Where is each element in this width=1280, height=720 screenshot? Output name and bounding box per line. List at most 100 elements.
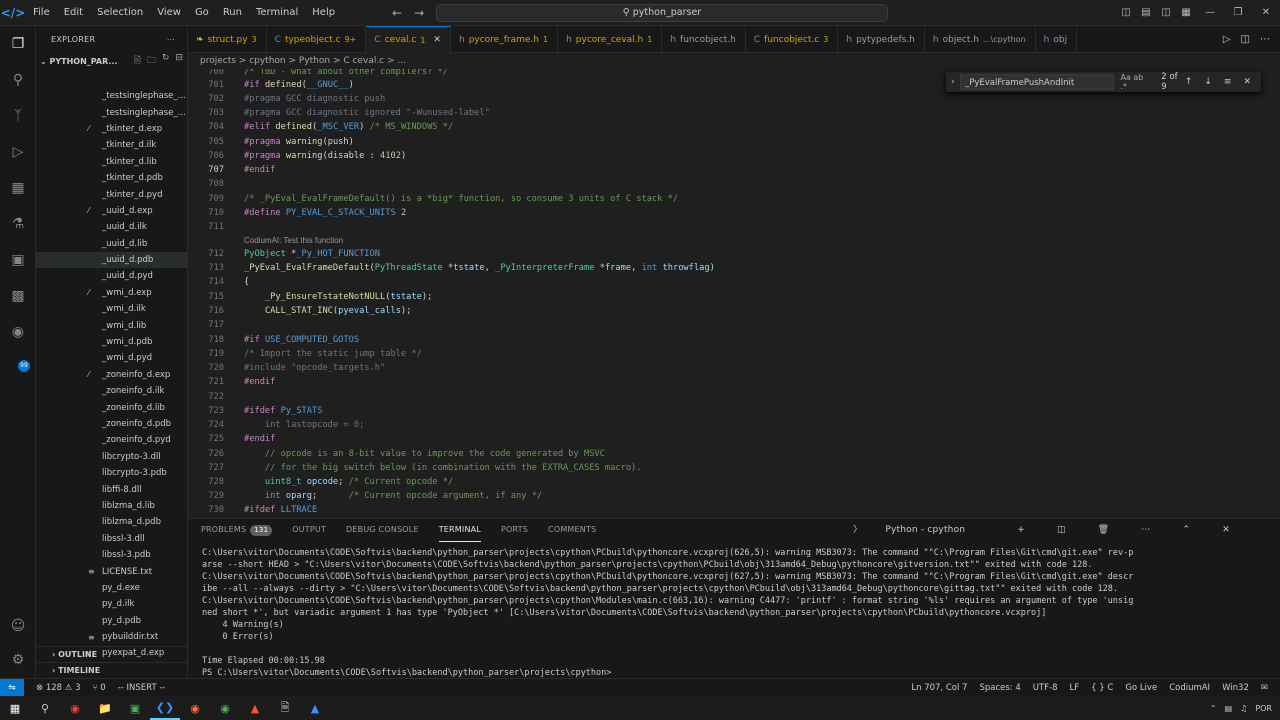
tab-funcobject-c[interactable]: Cfuncobject.c 3 — [746, 26, 839, 53]
find-in-selection-icon[interactable]: ≡ — [1224, 77, 1232, 87]
find-options[interactable]: Aa ab .* — [1120, 73, 1151, 91]
code-editor[interactable]: 700/* TBD - what about other compilers? … — [188, 69, 1280, 517]
file-item[interactable]: _wmi_d.lib — [36, 317, 187, 333]
customize-layout-icon[interactable]: ▦ — [1176, 0, 1196, 26]
breadcrumb[interactable]: projects > cpython > Python > C ceval.c … — [188, 53, 1280, 69]
close-window-icon[interactable]: ✕ — [1252, 0, 1280, 26]
file-item[interactable]: _tkinter_d.ilk — [36, 137, 187, 153]
search-icon[interactable]: ⚲ — [6, 68, 30, 92]
back-arrow-icon[interactable]: ← — [392, 0, 402, 26]
terminal-selector[interactable]: 〉 Python - cpython — [853, 519, 985, 541]
toggle-panel-icon[interactable]: ▤ — [1136, 0, 1156, 26]
docker-icon[interactable]: ▩ — [6, 284, 30, 308]
file-item[interactable]: py_d.pdb — [36, 613, 187, 629]
network-icon[interactable]: ▤ — [1225, 704, 1233, 713]
indentation[interactable]: Spaces: 4 — [979, 683, 1020, 693]
vscode-app-icon[interactable]: ❮❯ — [150, 696, 180, 720]
remote-indicator-icon[interactable]: ⇋ — [0, 678, 24, 697]
terminal-output[interactable]: C:\Users\vitor\Documents\CODE\Softvis\ba… — [202, 547, 1272, 679]
language-mode[interactable]: { } C — [1091, 683, 1113, 693]
file-explorer-icon[interactable]: 📁 — [90, 696, 120, 720]
tab-comments[interactable]: COMMENTS — [548, 519, 596, 541]
file-item[interactable]: _zoneinfo_d.pdb — [36, 416, 187, 432]
maximize-panel-icon[interactable]: ⌃ — [1183, 519, 1191, 541]
menu-selection[interactable]: Selection — [90, 0, 150, 26]
new-file-icon[interactable]: 🗎 — [134, 53, 141, 69]
file-item[interactable]: _wmi_d.pyd — [36, 350, 187, 366]
file-item[interactable]: _uuid_d.pyd — [36, 268, 187, 284]
account-icon[interactable]: ☺ — [6, 614, 30, 638]
tab-object-h[interactable]: h object.h ...\cpython — [925, 26, 1036, 53]
tab-ports[interactable]: PORTS — [501, 519, 528, 541]
line-ending[interactable]: LF — [1070, 683, 1080, 693]
tab-struct-py[interactable]: ❧ struct.py 3 — [188, 26, 267, 53]
menu-go[interactable]: Go — [188, 0, 216, 26]
file-item[interactable]: libcrypto-3.pdb — [36, 465, 187, 481]
split-editor-icon[interactable]: ◫ — [1241, 34, 1250, 45]
menu-file[interactable]: File — [26, 0, 57, 26]
outline-section[interactable]: › OUTLINE — [36, 646, 187, 662]
file-item[interactable]: _tkinter_d.pdb — [36, 170, 187, 186]
tray-chevron-icon[interactable]: ⌃ — [1210, 704, 1217, 713]
brave-icon[interactable]: ▲ — [240, 696, 270, 720]
more-actions-icon[interactable]: ⋯ — [1260, 34, 1270, 45]
file-item[interactable]: libssl-3.dll — [36, 531, 187, 547]
file-item[interactable]: ≡ pybuilddir.txt — [36, 629, 187, 645]
close-panel-icon[interactable]: ✕ — [1222, 519, 1230, 541]
notepad-icon[interactable]: 🗎 — [270, 696, 300, 720]
file-item[interactable]: _uuid_d.pdb — [36, 251, 187, 269]
tab-typeobject-c[interactable]: Ctypeobject.c 9+ — [267, 26, 367, 53]
problems-status[interactable]: ⊗ 128 ⚠ 3 — [36, 683, 80, 693]
file-item[interactable]: ≡ LICENSE.txt — [36, 563, 187, 579]
go-live-button[interactable]: Go Live — [1125, 683, 1157, 693]
platform[interactable]: Win32 — [1222, 683, 1249, 693]
refresh-icon[interactable]: ↻ — [162, 53, 170, 69]
file-item[interactable]: _tkinter_d.lib — [36, 154, 187, 170]
tab-output[interactable]: OUTPUT — [292, 519, 326, 541]
kill-terminal-icon[interactable]: 🗑 — [1098, 519, 1110, 541]
tab-ceval-c[interactable]: Cceval.c 1 ✕ — [366, 26, 451, 53]
menu-run[interactable]: Run — [216, 0, 249, 26]
file-item[interactable]: py_d.exe — [36, 580, 187, 596]
tab-problems[interactable]: PROBLEMS — [201, 519, 246, 541]
volume-icon[interactable]: ♫ — [1240, 704, 1247, 713]
file-item[interactable]: liblzma_d.lib — [36, 498, 187, 514]
more-actions-icon[interactable]: ⋯ — [1141, 519, 1150, 541]
terminal-app-icon[interactable]: ▣ — [120, 696, 150, 720]
file-item[interactable]: _wmi_d.pdb — [36, 334, 187, 350]
codium-icon[interactable]: ◉ — [6, 320, 30, 344]
file-item[interactable]: liblzma_d.pdb — [36, 514, 187, 530]
close-find-icon[interactable]: ✕ — [1243, 77, 1251, 87]
notifications-bell-icon[interactable]: ✉ — [1261, 683, 1268, 693]
file-item[interactable]: py_d.ilk — [36, 596, 187, 612]
restore-icon[interactable]: ❐ — [1224, 0, 1252, 26]
file-item[interactable]: _wmi_d.ilk — [36, 301, 187, 317]
split-terminal-icon[interactable]: ◫ — [1057, 519, 1066, 541]
language-indicator[interactable]: POR — [1255, 704, 1272, 713]
file-item[interactable]: _testsinglephase_... — [36, 88, 187, 104]
file-item[interactable]: _uuid_d.ilk — [36, 219, 187, 235]
previous-match-icon[interactable]: ↑ — [1185, 77, 1193, 87]
extensions-icon[interactable]: ▦ — [6, 176, 30, 200]
run-debug-icon[interactable]: ▷ — [6, 140, 30, 164]
tab-pytypedefs-h[interactable]: h pytypedefs.h — [838, 26, 925, 53]
menu-edit[interactable]: Edit — [57, 0, 90, 26]
more-actions-icon[interactable]: ⋯ — [167, 35, 175, 44]
file-item[interactable]: _tkinter_d.pyd — [36, 186, 187, 202]
toggle-sidebar-icon[interactable]: ◫ — [1116, 0, 1136, 26]
source-control-icon[interactable]: ᛉ — [6, 104, 30, 128]
file-item[interactable]: ⁄ _wmi_d.exp — [36, 285, 187, 301]
windows-start-icon[interactable]: ▦ — [0, 696, 30, 720]
tab-pycore-frame-h[interactable]: h pycore_frame.h 1 — [451, 26, 559, 53]
toggle-secondary-sidebar-icon[interactable]: ◫ — [1156, 0, 1176, 26]
file-item[interactable]: libssl-3.pdb — [36, 547, 187, 563]
file-item[interactable]: libffi-8.dll — [36, 481, 187, 497]
file-item[interactable]: _zoneinfo_d.pyd — [36, 432, 187, 448]
file-item[interactable]: libcrypto-3.dll — [36, 449, 187, 465]
new-terminal-icon[interactable]: + — [1017, 519, 1025, 541]
explorer-icon[interactable]: ❐ — [6, 32, 30, 56]
toggle-replace-icon[interactable]: › — [951, 77, 955, 87]
tab-obj[interactable]: h obj — [1036, 26, 1078, 53]
menu-help[interactable]: Help — [305, 0, 342, 26]
tab-terminal[interactable]: TERMINAL — [438, 519, 481, 542]
